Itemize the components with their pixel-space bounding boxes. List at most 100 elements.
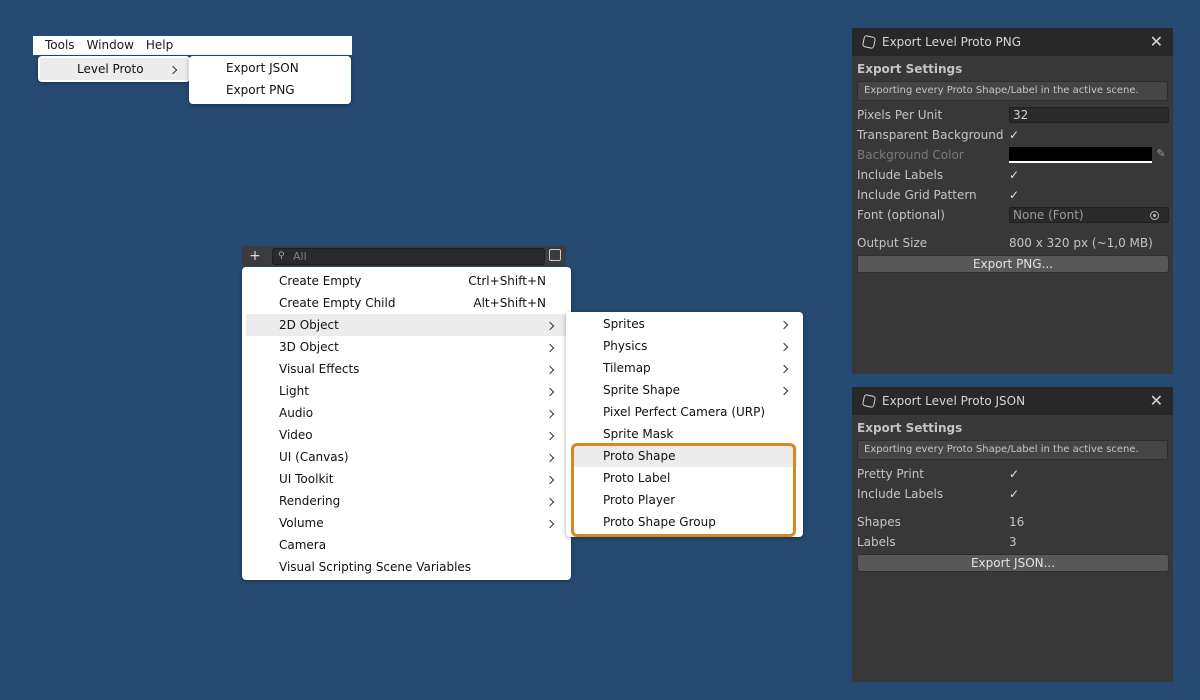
section-header: Export Settings bbox=[857, 421, 963, 435]
menu-item-label: UI (Canvas) bbox=[279, 450, 349, 464]
menu-item-light[interactable]: Light bbox=[246, 380, 567, 402]
include-labels-label: Include Labels bbox=[857, 168, 944, 182]
menu-item-volume[interactable]: Volume bbox=[246, 512, 567, 534]
highlight-box bbox=[571, 443, 796, 537]
menu-item-label: Sprite Shape bbox=[603, 383, 680, 397]
menu-item-sprite-shape[interactable]: Sprite Shape bbox=[572, 379, 797, 401]
menu-item-physics[interactable]: Physics bbox=[572, 335, 797, 357]
include-labels-label: Include Labels bbox=[857, 487, 944, 501]
menu-item-ui-canvas[interactable]: UI (Canvas) bbox=[246, 446, 567, 468]
export-png-button[interactable]: Export PNG... bbox=[857, 255, 1169, 273]
chevron-right-icon bbox=[779, 313, 789, 335]
chevron-right-icon bbox=[545, 468, 555, 490]
menu-item-camera[interactable]: Camera bbox=[246, 534, 567, 556]
labels-count: 3 bbox=[1009, 535, 1017, 549]
scene-visibility-icon[interactable] bbox=[549, 249, 561, 261]
search-icon: ⚲ bbox=[278, 251, 285, 261]
menu-item-video[interactable]: Video bbox=[246, 424, 567, 446]
chevron-right-icon bbox=[545, 402, 555, 424]
close-icon[interactable]: ✕ bbox=[1150, 387, 1163, 415]
output-size-value: 800 x 320 px (~1,0 MB) bbox=[1009, 236, 1153, 250]
eyedropper-icon[interactable]: ✎ bbox=[1154, 147, 1168, 161]
add-object-button[interactable]: + bbox=[245, 248, 265, 264]
menu-item-label: Physics bbox=[603, 339, 648, 353]
menu-item-visual-scripting-scene-variables[interactable]: Visual Scripting Scene Variables bbox=[246, 556, 567, 578]
menu-bar: Tools Window Help bbox=[33, 36, 352, 55]
menu-item-ui-toolkit[interactable]: UI Toolkit bbox=[246, 468, 567, 490]
chevron-right-icon bbox=[779, 379, 789, 401]
menu-item-label: Visual Scripting Scene Variables bbox=[279, 560, 472, 574]
export-png-window: Export Level Proto PNG ✕ Export Settings… bbox=[852, 28, 1173, 374]
menu-item-2d-object[interactable]: 2D Object bbox=[246, 314, 567, 336]
include-labels-checkbox[interactable]: ✓ bbox=[1009, 487, 1023, 501]
chevron-right-icon bbox=[779, 357, 789, 379]
close-icon[interactable]: ✕ bbox=[1150, 28, 1163, 56]
chevron-right-icon bbox=[545, 336, 555, 358]
menu-item-export-png[interactable]: Export PNG bbox=[189, 79, 351, 101]
menu-item-label: Camera bbox=[279, 538, 327, 552]
help-box: Exporting every Proto Shape/Label in the… bbox=[857, 440, 1168, 460]
menu-item-export-json[interactable]: Export JSON bbox=[189, 57, 351, 79]
create-context-menu: Create Empty Ctrl+Shift+N Create Empty Chi… bbox=[242, 267, 571, 580]
menu-item-label: Video bbox=[279, 428, 313, 442]
menu-item-label: Export PNG bbox=[226, 83, 295, 97]
menu-item-shortcut: Alt+Shift+N bbox=[473, 296, 546, 310]
transparent-bg-label: Transparent Background bbox=[857, 128, 1004, 142]
chevron-right-icon bbox=[779, 335, 789, 357]
json-window-titlebar: Export Level Proto JSON ✕ bbox=[852, 387, 1173, 415]
menu-item-3d-object[interactable]: 3D Object bbox=[246, 336, 567, 358]
menu-item-rendering[interactable]: Rendering bbox=[246, 490, 567, 512]
window-title: Export Level Proto JSON bbox=[882, 394, 1026, 408]
menu-item-label: Level Proto bbox=[77, 62, 144, 76]
tools-menu: Level Proto bbox=[38, 56, 190, 82]
chevron-right-icon bbox=[545, 446, 555, 468]
menu-item-label: Pixel Perfect Camera (URP) bbox=[603, 405, 766, 419]
menu-item-visual-effects[interactable]: Visual Effects bbox=[246, 358, 567, 380]
search-placeholder: All bbox=[293, 250, 307, 263]
include-grid-label: Include Grid Pattern bbox=[857, 188, 977, 202]
png-window-titlebar: Export Level Proto PNG ✕ bbox=[852, 28, 1173, 56]
pretty-print-label: Pretty Print bbox=[857, 467, 925, 481]
hierarchy-toolbar: + ⚲ All bbox=[242, 246, 566, 266]
unity-window-icon bbox=[861, 34, 877, 50]
transparent-bg-checkbox[interactable]: ✓ bbox=[1009, 128, 1023, 142]
chevron-right-icon bbox=[545, 424, 555, 446]
hierarchy-search-input[interactable]: ⚲ All bbox=[272, 248, 545, 265]
menu-item-label: Sprite Mask bbox=[603, 427, 674, 441]
shapes-label: Shapes bbox=[857, 515, 901, 529]
menu-item-shortcut: Ctrl+Shift+N bbox=[468, 274, 546, 288]
menu-item-label: Export JSON bbox=[226, 61, 299, 75]
menu-item-create-empty[interactable]: Create Empty Ctrl+Shift+N bbox=[246, 270, 567, 292]
font-field[interactable]: None (Font) bbox=[1009, 207, 1169, 223]
chevron-right-icon bbox=[545, 380, 555, 402]
chevron-right-icon bbox=[168, 58, 178, 80]
menu-item-label: Rendering bbox=[279, 494, 341, 508]
menu-item-create-empty-child[interactable]: Create Empty Child Alt+Shift+N bbox=[246, 292, 567, 314]
menu-tools[interactable]: Tools bbox=[33, 36, 81, 55]
export-json-window: Export Level Proto JSON ✕ Export Setting… bbox=[852, 387, 1173, 682]
shapes-count: 16 bbox=[1009, 515, 1025, 529]
menu-item-level-proto[interactable]: Level Proto bbox=[40, 58, 188, 80]
menu-item-tilemap[interactable]: Tilemap bbox=[572, 357, 797, 379]
include-labels-checkbox[interactable]: ✓ bbox=[1009, 168, 1023, 182]
menu-item-label: UI Toolkit bbox=[279, 472, 334, 486]
menu-item-pixel-perfect-camera-urp[interactable]: Pixel Perfect Camera (URP) bbox=[572, 401, 797, 423]
include-grid-checkbox[interactable]: ✓ bbox=[1009, 188, 1023, 202]
menu-item-label: Audio bbox=[279, 406, 314, 420]
help-box: Exporting every Proto Shape/Label in the… bbox=[857, 81, 1168, 101]
menu-item-label: Create Empty bbox=[279, 274, 362, 288]
menu-item-sprite-mask[interactable]: Sprite Mask bbox=[572, 423, 797, 445]
menu-item-label: 3D Object bbox=[279, 340, 339, 354]
pixels-per-unit-label: Pixels Per Unit bbox=[857, 108, 943, 122]
menu-help[interactable]: Help bbox=[140, 36, 179, 55]
pretty-print-checkbox[interactable]: ✓ bbox=[1009, 467, 1023, 481]
object-picker-icon[interactable] bbox=[1150, 211, 1159, 220]
export-json-button[interactable]: Export JSON... bbox=[857, 554, 1169, 572]
menu-item-label: Create Empty Child bbox=[279, 296, 396, 310]
menu-window[interactable]: Window bbox=[81, 36, 140, 55]
menu-item-sprites[interactable]: Sprites bbox=[572, 313, 797, 335]
pixels-per-unit-field[interactable]: 32 bbox=[1009, 107, 1169, 123]
bg-color-field[interactable] bbox=[1009, 147, 1152, 163]
unity-window-icon bbox=[861, 393, 877, 409]
menu-item-audio[interactable]: Audio bbox=[246, 402, 567, 424]
